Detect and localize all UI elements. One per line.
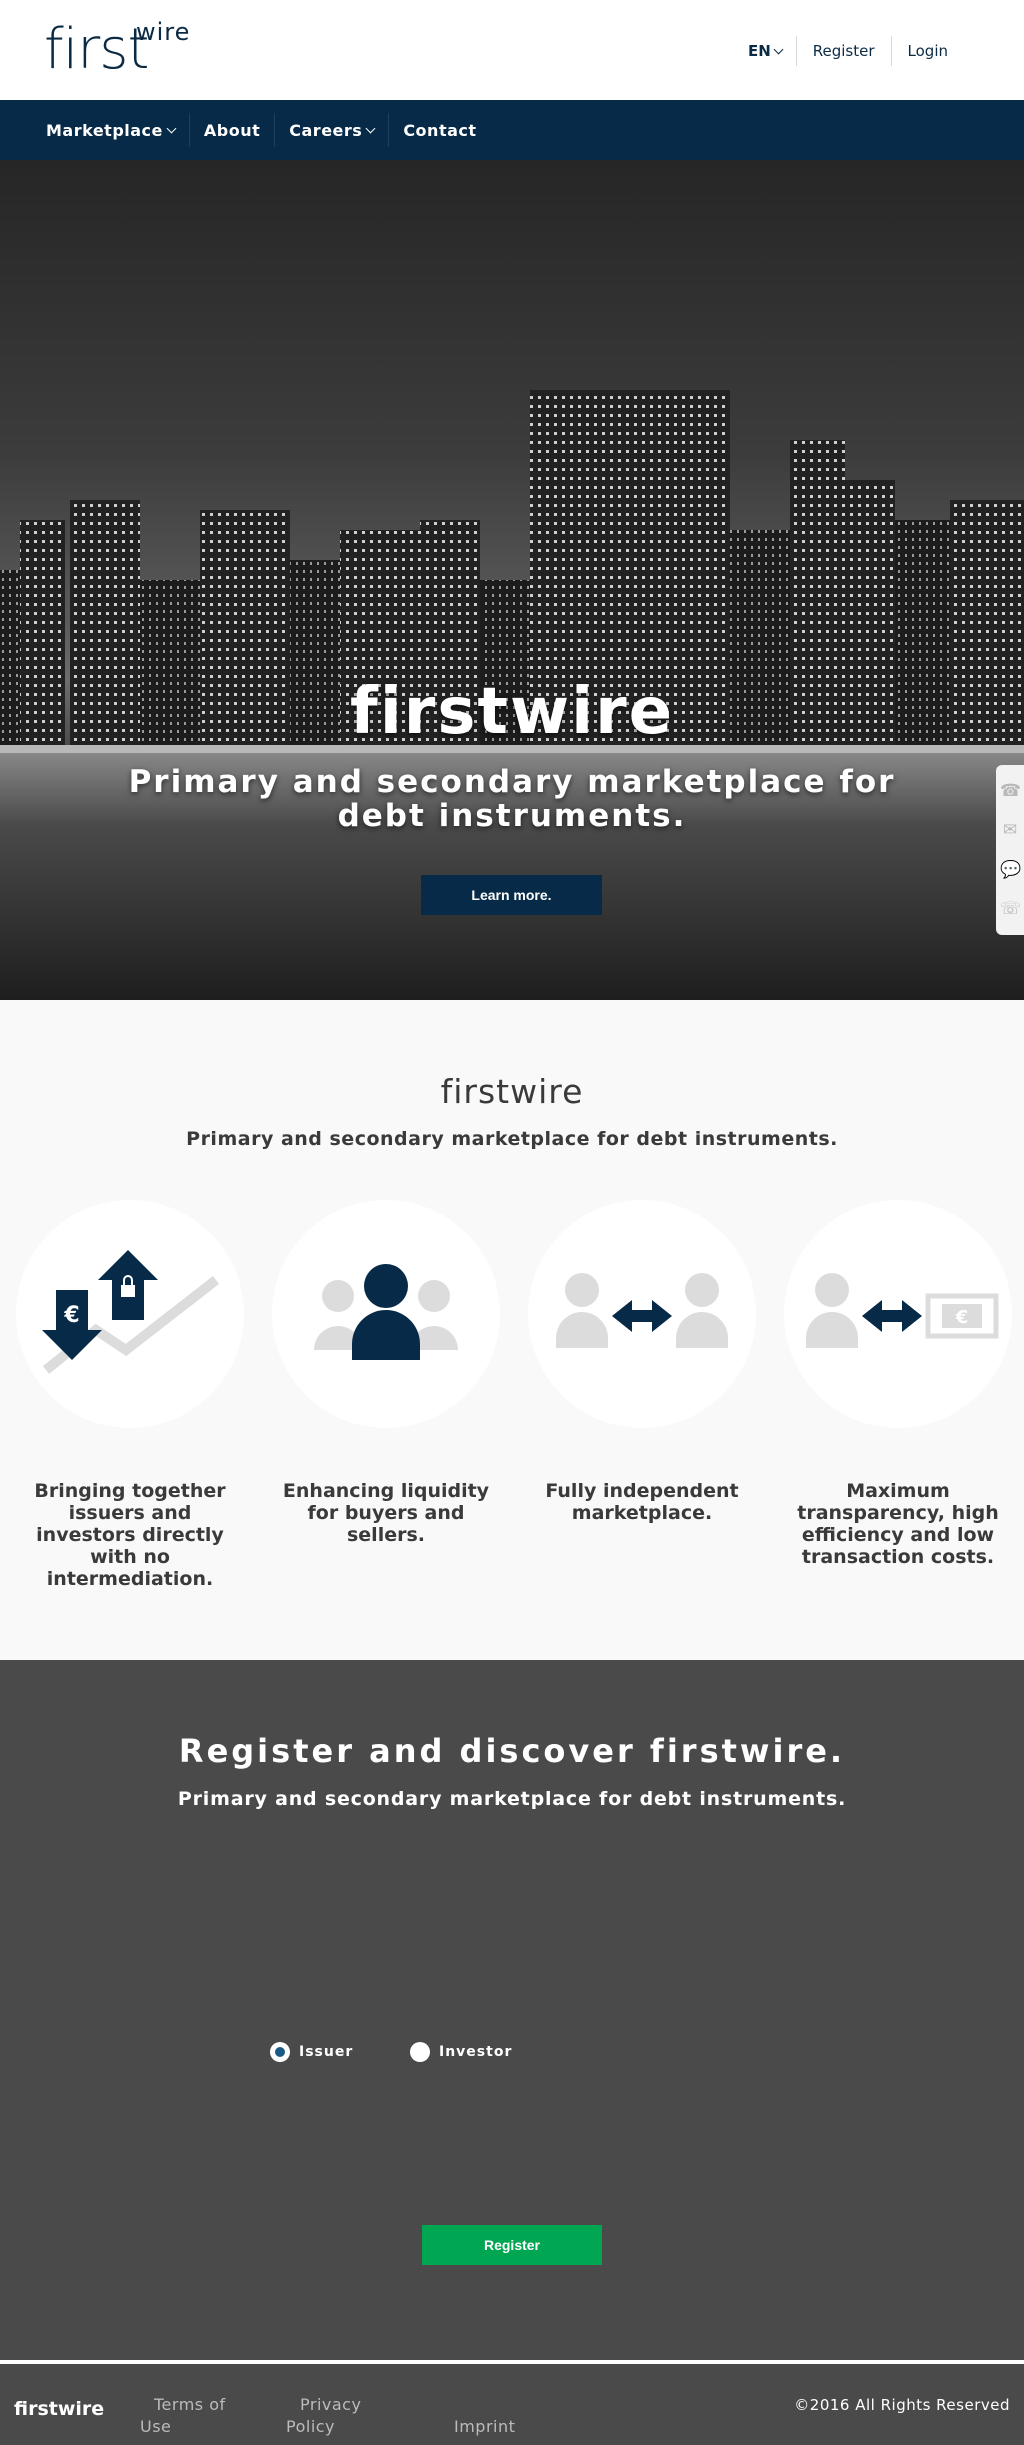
learn-more-button[interactable]: Learn more.: [421, 875, 602, 915]
radio-selected-indicator[interactable]: [270, 2042, 290, 2062]
feature-text: Bringing together issuers and investors …: [34, 1480, 226, 1590]
copyright-text: ©2016 All Rights Reserved: [794, 2396, 1010, 2414]
chevron-down-icon: [166, 123, 177, 133]
issuer-label: Issuer: [299, 2044, 354, 2060]
footer: firstwire Terms of Use Privacy Policy Im…: [0, 2360, 1024, 2445]
feature-circle: €: [784, 1200, 1012, 1428]
feature-text: Fully independent marketplace.: [545, 1480, 739, 1524]
features-title: firstwire: [440, 1072, 584, 1111]
language-label: EN: [747, 42, 771, 60]
euro-arrows-icon: €: [42, 1250, 220, 1374]
feature-card: € Bringing together issuers and investor…: [16, 1200, 244, 1590]
main-nav: Marketplace About Careers Contact: [0, 100, 1024, 160]
hero-subtitle: Primary and secondary marketplace for de…: [128, 764, 896, 834]
hero-banner: firstwire Primary and secondary marketpl…: [0, 160, 1024, 1000]
feature-text: Maximum transparency, high efficiency an…: [797, 1480, 999, 1568]
feature-text: Enhancing liquidity for buyers and selle…: [282, 1480, 490, 1546]
hero-title: firstwire: [349, 675, 675, 749]
privacy-line-2: Policy: [286, 2417, 336, 2436]
features-subtitle: Primary and secondary marketplace for de…: [186, 1128, 838, 1150]
feature-card: € Maximum transparency, high efficiency …: [784, 1200, 1012, 1568]
terms-of-use-link[interactable]: Terms of Use: [140, 2394, 240, 2438]
terms-line-2: Use: [140, 2417, 172, 2436]
svg-text:€: €: [63, 1303, 79, 1328]
register-button[interactable]: Register: [422, 2225, 602, 2265]
nav-item-label: Careers: [289, 120, 363, 140]
transaction-icon: €: [806, 1273, 999, 1348]
city-skyline-image: [0, 390, 1024, 1000]
nav-item-about[interactable]: About: [190, 113, 276, 147]
register-subtitle: Primary and secondary marketplace for de…: [177, 1788, 847, 1810]
callback-icon[interactable]: ☏: [1000, 899, 1021, 919]
mail-icon[interactable]: ✉: [1000, 820, 1020, 840]
chevron-down-icon: [773, 44, 784, 54]
privacy-line-1: Privacy: [300, 2395, 362, 2414]
group-icon: [314, 1264, 458, 1360]
issuer-radio[interactable]: Issuer: [270, 2042, 353, 2062]
footer-divider: [0, 2360, 1024, 2364]
nav-item-label: Marketplace: [46, 120, 163, 140]
logo-first-text: first: [44, 17, 149, 82]
feature-card: Fully independent marketplace.: [528, 1200, 756, 1524]
features-section: firstwire Primary and secondary marketpl…: [0, 1000, 1024, 1660]
nav-item-contact[interactable]: Contact: [389, 113, 490, 147]
feature-card: Enhancing liquidity for buyers and selle…: [272, 1200, 500, 1546]
register-link[interactable]: Register: [797, 42, 891, 60]
footer-logo[interactable]: firstwire: [14, 2398, 104, 2420]
feature-circle: [272, 1200, 500, 1428]
exchange-icon: [556, 1273, 728, 1348]
phone-icon[interactable]: ☎: [1000, 781, 1021, 801]
terms-line-1: Terms of: [154, 2395, 226, 2414]
top-header: first wire EN Register Login: [0, 0, 1024, 100]
contact-side-tab: ☎ ✉ 💬 ☏: [996, 765, 1024, 935]
chevron-down-icon: [365, 123, 376, 133]
feature-circle: [528, 1200, 756, 1428]
top-nav: EN Register Login: [748, 36, 964, 66]
feature-circle: €: [16, 1200, 244, 1428]
nav-item-label: Contact: [403, 120, 477, 140]
nav-item-label: About: [203, 120, 261, 140]
nav-item-careers[interactable]: Careers: [275, 113, 390, 147]
language-selector[interactable]: EN: [748, 42, 796, 60]
register-title: Register and discover firstwire.: [178, 1732, 846, 1770]
imprint-link[interactable]: Imprint: [454, 2416, 515, 2438]
investor-label: Investor: [439, 2044, 513, 2060]
investor-radio[interactable]: Investor: [410, 2042, 512, 2062]
chat-icon[interactable]: 💬: [1000, 860, 1021, 880]
svg-text:€: €: [955, 1307, 969, 1328]
logo-wire-text: wire: [136, 18, 191, 46]
radio-indicator[interactable]: [410, 2042, 430, 2062]
privacy-policy-link[interactable]: Privacy Policy: [286, 2394, 386, 2438]
login-link[interactable]: Login: [892, 42, 964, 60]
firstwire-logo[interactable]: first wire: [44, 18, 189, 78]
nav-item-marketplace[interactable]: Marketplace: [32, 113, 190, 147]
